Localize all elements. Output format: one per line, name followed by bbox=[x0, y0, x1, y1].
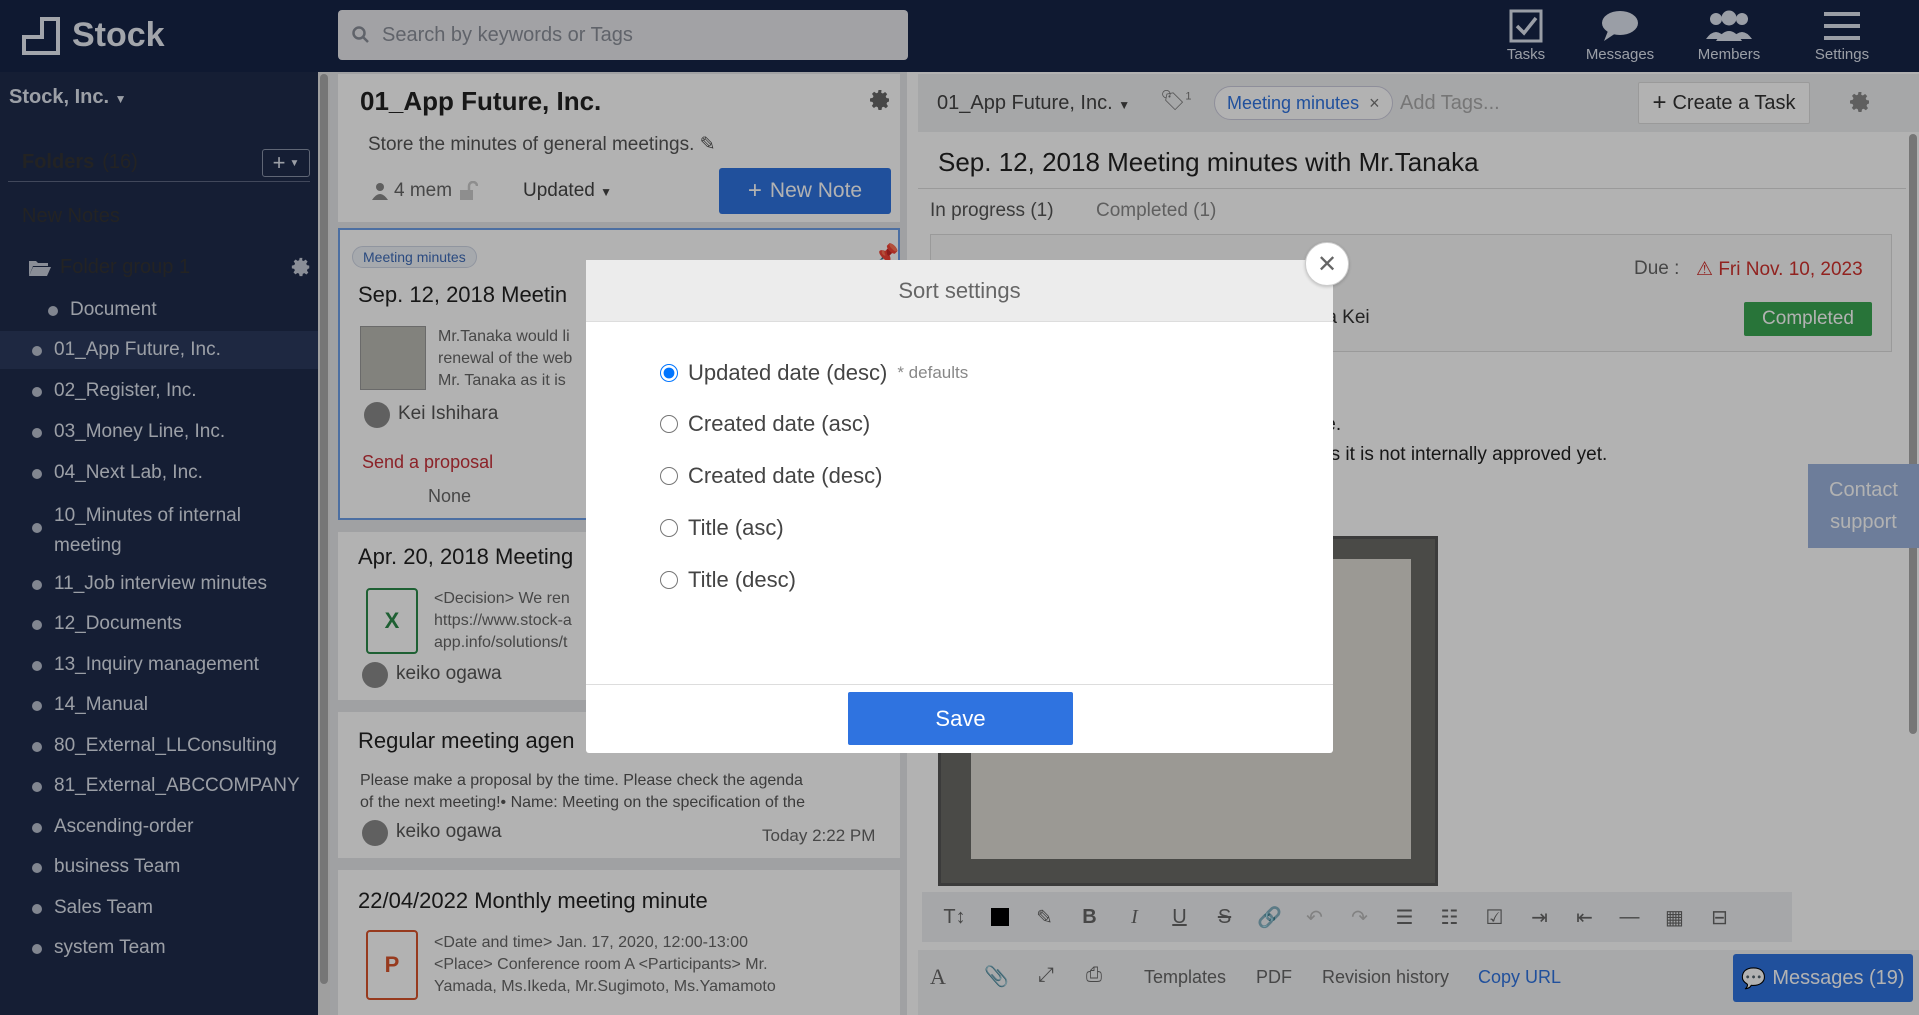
sort-option-updated-desc[interactable]: Updated date (desc) * defaults bbox=[660, 360, 968, 386]
sort-settings-modal bbox=[586, 260, 1333, 753]
sort-option-label: Title (asc) bbox=[688, 515, 784, 540]
save-button[interactable]: Save bbox=[848, 692, 1073, 745]
radio-button[interactable] bbox=[660, 415, 678, 433]
sort-option-title-desc[interactable]: Title (desc) bbox=[660, 567, 796, 593]
radio-button[interactable] bbox=[660, 519, 678, 537]
radio-button[interactable] bbox=[660, 364, 678, 382]
radio-button[interactable] bbox=[660, 467, 678, 485]
modal-close-button[interactable]: ✕ bbox=[1305, 242, 1349, 286]
sort-option-label: Title (desc) bbox=[688, 567, 796, 592]
modal-footer-divider bbox=[586, 684, 1333, 685]
radio-button[interactable] bbox=[660, 571, 678, 589]
sort-option-created-asc[interactable]: Created date (asc) bbox=[660, 411, 870, 437]
sort-option-label: Created date (asc) bbox=[688, 411, 871, 436]
sort-option-created-desc[interactable]: Created date (desc) bbox=[660, 463, 882, 489]
close-icon: ✕ bbox=[1316, 250, 1338, 278]
sort-option-label: Updated date (desc) bbox=[688, 360, 888, 385]
sort-option-title-asc[interactable]: Title (asc) bbox=[660, 515, 784, 541]
modal-title: Sort settings bbox=[586, 260, 1333, 322]
default-note: * defaults bbox=[897, 363, 969, 382]
sort-option-label: Created date (desc) bbox=[688, 463, 883, 488]
